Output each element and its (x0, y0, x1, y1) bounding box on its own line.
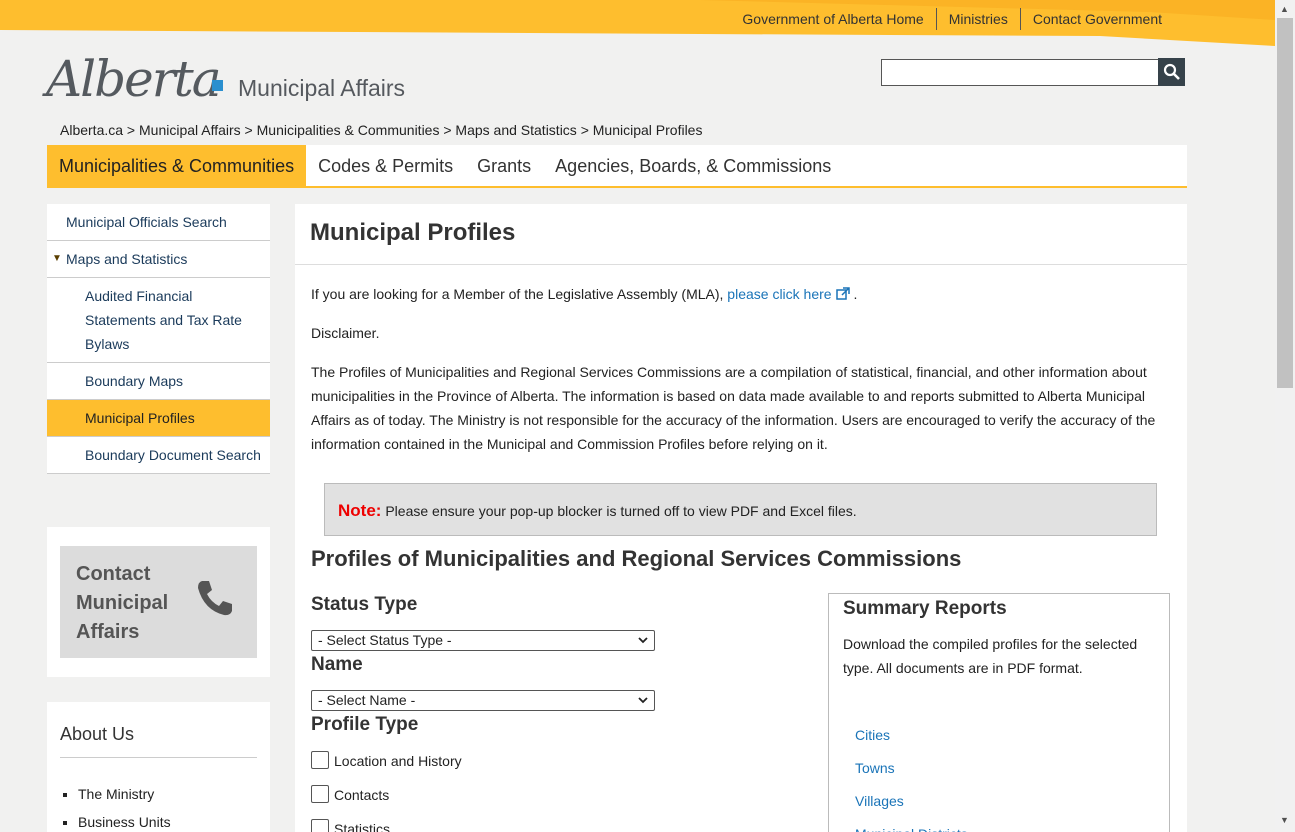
alberta-logo[interactable]: Alberta Municipal Affairs (46, 50, 426, 110)
phone-icon (198, 581, 232, 616)
logo-mark (212, 80, 223, 91)
status-type-label: Status Type (311, 594, 418, 615)
chevron-down-icon (638, 637, 648, 644)
contact-government-link[interactable]: Contact Government (1019, 8, 1174, 30)
scrollbar[interactable]: ▲ ▼ (1275, 0, 1295, 832)
scroll-up-icon[interactable]: ▲ (1280, 4, 1289, 14)
nav-municipalities[interactable]: Municipalities & Communities (47, 145, 307, 186)
sidebar-item-boundary-doc[interactable]: Boundary Document Search (47, 437, 270, 474)
checkbox-label: Location and History (334, 753, 462, 769)
intro-paragraph: The Profiles of Municipalities and Regio… (311, 364, 1156, 452)
checkbox[interactable] (311, 785, 329, 803)
main-content: Municipal Profiles If you are looking fo… (295, 204, 1187, 832)
breadcrumb[interactable]: Alberta.ca > Municipal Affairs > Municip… (60, 122, 702, 138)
note-text: Please ensure your pop-up blocker is tur… (381, 503, 857, 519)
mla-paragraph: If you are looking for a Member of the L… (311, 282, 857, 306)
search-button[interactable] (1158, 58, 1185, 86)
main-nav: Municipalities & Communities Codes & Per… (47, 145, 1187, 188)
checkbox-label: Contacts (334, 787, 390, 803)
sidebar-item-profiles[interactable]: Municipal Profiles (47, 400, 270, 437)
sidebar-item-boundary-maps[interactable]: Boundary Maps (47, 363, 270, 400)
checkbox-label: Statistics (334, 821, 391, 832)
chevron-down-icon (638, 697, 648, 704)
external-link-icon (835, 287, 850, 300)
checkbox-location-history[interactable]: Location and History (311, 751, 462, 769)
contact-button[interactable]: Contact Municipal Affairs (60, 546, 257, 658)
mla-link[interactable]: please click here (727, 286, 831, 302)
sidebar-item-officials[interactable]: Municipal Officials Search (47, 204, 270, 241)
disclaimer: Disclaimer. (311, 325, 380, 341)
checkbox[interactable] (311, 819, 329, 832)
ministries-link[interactable]: Ministries (935, 8, 1020, 30)
nav-codes-permits[interactable]: Codes & Permits (306, 145, 465, 186)
summary-link-municipal-districts[interactable]: Municipal Districts (855, 818, 968, 832)
summary-title: Summary Reports (843, 598, 1007, 619)
sidebar-item-maps[interactable]: ▼ Maps and Statistics (47, 241, 270, 278)
name-value: - Select Name - (318, 692, 416, 708)
mla-period: . (853, 286, 858, 302)
scrollbar-thumb[interactable] (1277, 18, 1293, 388)
sidebar-item-label: Maps and Statistics (66, 251, 188, 267)
contact-panel: Contact Municipal Affairs (47, 527, 270, 677)
summary-link-towns[interactable]: Towns (855, 752, 968, 785)
top-banner: Government of Alberta Home Ministries Co… (0, 0, 1275, 50)
checkbox-statistics[interactable]: Statistics (311, 819, 390, 832)
sidebar-item-audited[interactable]: Audited Financial Statements and Tax Rat… (47, 278, 270, 363)
summary-link-villages[interactable]: Villages (855, 785, 968, 818)
nav-agencies[interactable]: Agencies, Boards, & Commissions (543, 145, 843, 186)
about-list: The Ministry Business Units (78, 780, 171, 832)
mla-text: If you are looking for a Member of the L… (311, 286, 728, 302)
note-label: Note: (338, 501, 382, 520)
about-item-business-units[interactable]: Business Units (78, 808, 171, 832)
search-icon (1163, 63, 1180, 80)
section-title: Profiles of Municipalities and Regional … (311, 546, 962, 571)
ministry-name: Municipal Affairs (238, 75, 406, 101)
checkbox-contacts[interactable]: Contacts (311, 785, 389, 803)
gov-home-link[interactable]: Government of Alberta Home (730, 8, 935, 30)
about-panel: About Us The Ministry Business Units (47, 702, 270, 832)
divider (295, 264, 1187, 265)
summary-links: Cities Towns Villages Municipal District… (855, 719, 968, 832)
side-nav: Municipal Officials Search ▼ Maps and St… (47, 204, 270, 474)
status-type-select[interactable]: - Select Status Type - (311, 630, 655, 651)
nav-grants[interactable]: Grants (465, 145, 543, 186)
scroll-down-icon[interactable]: ▼ (1280, 815, 1289, 825)
chevron-down-icon: ▼ (52, 253, 62, 264)
search-input[interactable] (881, 59, 1159, 86)
checkbox[interactable] (311, 751, 329, 769)
summary-reports-panel: Summary Reports Download the compiled pr… (828, 593, 1170, 832)
summary-description: Download the compiled profiles for the s… (843, 636, 1138, 676)
contact-label: Contact Municipal Affairs (76, 563, 169, 643)
divider (60, 757, 257, 758)
name-label: Name (311, 654, 363, 675)
name-select[interactable]: - Select Name - (311, 690, 655, 711)
about-item-ministry[interactable]: The Ministry (78, 780, 171, 808)
utility-nav: Government of Alberta Home Ministries Co… (730, 8, 1174, 30)
page-title: Municipal Profiles (310, 219, 516, 246)
summary-link-cities[interactable]: Cities (855, 719, 968, 752)
logo-script: Alberta (46, 50, 221, 108)
profile-type-label: Profile Type (311, 714, 419, 735)
note-box: Note: Please ensure your pop-up blocker … (324, 483, 1157, 536)
about-title: About Us (60, 724, 135, 744)
status-type-value: - Select Status Type - (318, 632, 452, 648)
